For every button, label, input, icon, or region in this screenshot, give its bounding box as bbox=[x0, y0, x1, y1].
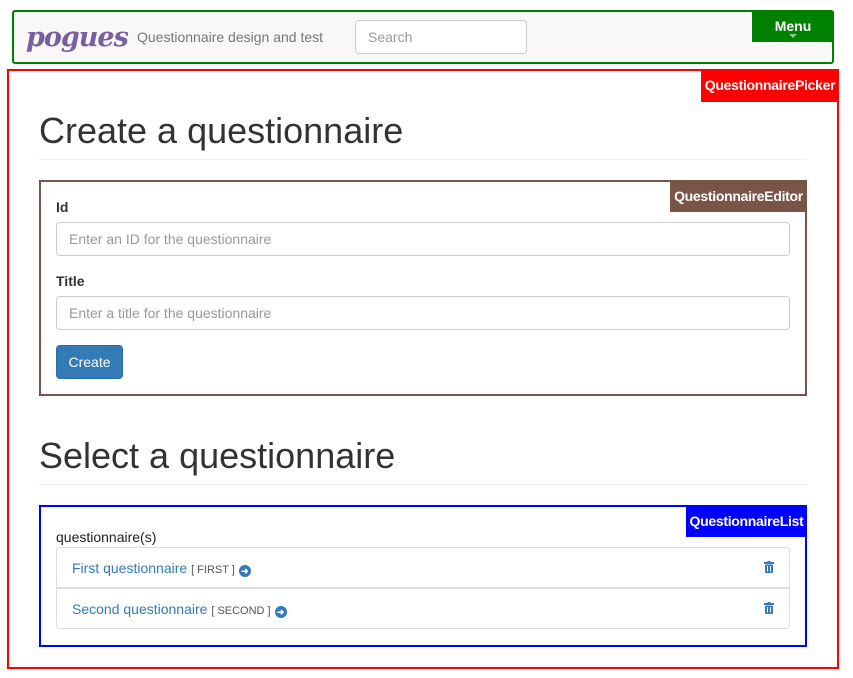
list-tag: QuestionnaireList bbox=[686, 505, 807, 537]
questionnaire-editor bbox=[39, 180, 807, 396]
select-heading: Select a questionnaire bbox=[39, 435, 396, 476]
list-item: Second questionnaire [ SECOND ] ➜ bbox=[56, 588, 790, 629]
tagline: Questionnaire design and test bbox=[137, 29, 324, 45]
caret-down-icon bbox=[789, 34, 797, 38]
editor-tag: QuestionnaireEditor bbox=[670, 180, 807, 212]
questionnaire-link[interactable]: Second questionnaire [ SECOND ] ➜ bbox=[72, 601, 287, 618]
questionnaire-name: Second questionnaire bbox=[72, 601, 208, 617]
questionnaire-name: First questionnaire bbox=[72, 560, 188, 576]
menu-button[interactable]: Menu bbox=[752, 10, 834, 42]
list-item: First questionnaire [ FIRST ] ➜ bbox=[56, 547, 790, 588]
picker-tag: QuestionnairePicker bbox=[701, 69, 839, 102]
menu-label: Menu bbox=[774, 18, 812, 34]
create-heading: Create a questionnaire bbox=[39, 110, 404, 151]
id-input[interactable] bbox=[56, 222, 790, 256]
list-caption: questionnaire(s) bbox=[56, 529, 157, 545]
search-input[interactable] bbox=[355, 20, 527, 54]
arrow-circle-right-icon[interactable]: ➜ bbox=[238, 565, 251, 577]
trash-icon[interactable] bbox=[764, 602, 774, 614]
questionnaire-link[interactable]: First questionnaire [ FIRST ] ➜ bbox=[72, 560, 251, 577]
title-label: Title bbox=[56, 273, 85, 289]
title-input[interactable] bbox=[56, 296, 790, 330]
divider bbox=[39, 484, 807, 485]
arrow-circle-right-icon[interactable]: ➜ bbox=[274, 606, 287, 618]
questionnaire-id: [ FIRST ] bbox=[191, 564, 235, 576]
questionnaire-id: [ SECOND ] bbox=[211, 605, 271, 617]
trash-icon[interactable] bbox=[764, 561, 774, 573]
divider bbox=[39, 159, 807, 160]
create-button[interactable]: Create bbox=[56, 345, 123, 379]
logo[interactable]: pogues bbox=[26, 22, 129, 53]
id-label: Id bbox=[56, 199, 69, 215]
